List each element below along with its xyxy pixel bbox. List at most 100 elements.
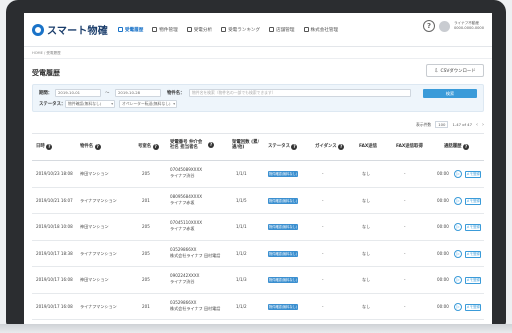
col-call-count[interactable]: 架電回数 (累/通/他): [232, 140, 262, 151]
page-range: 1-47 of 47: [452, 122, 472, 127]
cell-guidance: -: [322, 303, 324, 309]
csv-download-button[interactable]: ⇩ CSVダウンロード: [426, 64, 484, 77]
table-row[interactable]: 2019/10/18 10:08 神田マンション 205 07045110XXXX ライ…: [32, 214, 484, 241]
info-icon[interactable]: ?: [152, 144, 159, 150]
info-icon[interactable]: ?: [291, 144, 298, 150]
chevron-down-icon: ▾: [173, 102, 175, 106]
col-fax-get[interactable]: FAX送信取得: [396, 144, 423, 149]
col-caller[interactable]: 受電番号 仲介会社名 担当者名?: [170, 140, 214, 151]
cell-agency: ライナフ渋谷: [170, 173, 195, 178]
nav-item-label: 店舗管理: [276, 27, 295, 33]
cell-datetime: 2019/10/18 10:08: [36, 224, 73, 229]
breadcrumb[interactable]: HOME / 受電履歴: [24, 47, 492, 59]
cell-call-count: 1/1/5: [236, 197, 247, 203]
cell-call-count: 1/1/2: [236, 303, 247, 309]
info-icon[interactable]: ?: [208, 142, 214, 149]
status-select[interactable]: 物件確認(無料なし) ▾: [65, 100, 115, 108]
table-row[interactable]: 2019/10/21 16:07 ライナフマンション 201 08095684XXXX…: [32, 188, 484, 214]
play-recording-icon[interactable]: ▷: [454, 196, 462, 205]
app-logo[interactable]: スマート物確: [32, 22, 108, 37]
memo-button[interactable]: メモ登録: [465, 303, 481, 311]
date-from-input[interactable]: 2019-10-01: [55, 89, 101, 97]
company-icon: [303, 27, 309, 32]
col-property[interactable]: 物件名?: [80, 144, 101, 150]
cell-phone: 07045110XXXX: [170, 220, 203, 225]
nav-item-label: 株式会社管理: [310, 27, 339, 33]
cell-call-count: 1/1/2: [236, 250, 247, 256]
status-badge: 物件確認(無料なし): [268, 303, 298, 310]
play-recording-icon[interactable]: ▷: [454, 170, 462, 178]
play-recording-icon[interactable]: ▷: [454, 223, 462, 231]
cell-phone: 03529866XX: [170, 246, 197, 252]
memo-button[interactable]: メモ登録: [465, 197, 481, 205]
nav-item-companies[interactable]: 株式会社管理: [303, 27, 339, 33]
memo-button[interactable]: メモ登録: [465, 171, 481, 178]
nav-item-properties[interactable]: 物件管理: [152, 27, 178, 33]
user-sub: 0000-0000-0000: [453, 26, 484, 30]
chevron-down-icon: ▾: [111, 102, 113, 106]
user-info[interactable]: ライナフ不動産 0000-0000-0000: [454, 21, 484, 31]
table-row[interactable]: 2019/10/17 18:38 ライナフマンション 205 03529866XX 株式…: [32, 241, 484, 267]
col-room[interactable]: 号室名?: [138, 144, 159, 150]
info-icon[interactable]: ?: [46, 144, 53, 150]
play-recording-icon[interactable]: ▷: [454, 249, 462, 258]
col-guidance[interactable]: ガイダンス?: [315, 144, 345, 150]
date-range-separator: 〜: [105, 91, 110, 96]
pagination: 表示件数 100 1-47 of 47 ‹ ›: [416, 121, 484, 128]
next-page-icon[interactable]: ›: [482, 122, 484, 128]
table-header: 日時? 物件名? 号室名? 受電番号 仲介会社名 担当者名? 架電回数 (累/通…: [32, 133, 484, 161]
cell-fax: なし: [362, 303, 371, 309]
cell-room: 205: [142, 277, 150, 282]
memo-button[interactable]: メモ登録: [465, 224, 481, 231]
nav-item-call-history[interactable]: 受電履歴: [117, 27, 143, 33]
cell-guidance: -: [322, 224, 324, 229]
app-header: スマート物確 受電履歴 物件管理 受電分析 受電ランキング 店舗管理 株式会社管…: [24, 13, 492, 47]
per-page-select[interactable]: 100: [435, 121, 449, 128]
memo-button[interactable]: メモ登録: [465, 250, 481, 258]
cell-duration: 00:00: [437, 224, 449, 229]
search-button[interactable]: 検索: [423, 89, 477, 98]
table-row[interactable]: 2019/10/23 18:08 神田マンション 205 07045089XXXX ライ…: [32, 161, 484, 188]
cell-property: 神田マンション: [80, 171, 109, 176]
col-status[interactable]: ステータス?: [268, 144, 298, 150]
status-badge: 物件確認(無料なし): [268, 250, 298, 257]
prev-page-icon[interactable]: ‹: [476, 122, 478, 128]
date-to-input[interactable]: 2019-10-28: [115, 89, 161, 97]
cell-room: 205: [142, 171, 150, 176]
help-icon[interactable]: ?: [422, 20, 435, 32]
property-search-input[interactable]: 物件名を検索（物件名の一部でも検索できます）: [189, 89, 411, 97]
table-row[interactable]: 2019/10/17 16:08 ライナフマンション 201 03529866XX 株式…: [32, 294, 484, 320]
nav-item-label: 受電ランキング: [228, 27, 261, 33]
cell-agency: 株式会社ライナフ 田村電話: [170, 305, 221, 311]
cell-datetime: 2019/10/17 16:08: [36, 303, 73, 309]
cell-room: 201: [142, 303, 150, 309]
cell-fax: なし: [362, 171, 371, 176]
cell-datetime: 2019/10/17 18:38: [36, 250, 73, 256]
info-icon[interactable]: ?: [463, 144, 470, 150]
col-datetime[interactable]: 日時?: [36, 144, 53, 150]
avatar[interactable]: [438, 20, 450, 32]
building-icon: [152, 27, 158, 32]
col-fax[interactable]: FAX送信: [359, 144, 377, 149]
status-select-value: 物件確認(無料なし): [68, 101, 102, 106]
cell-phone: 0902242XXXX: [170, 273, 200, 278]
app-screen: スマート物確 受電履歴 物件管理 受電分析 受電ランキング 店舗管理 株式会社管…: [24, 13, 492, 326]
operator-select[interactable]: オペレーター転送(無料なし) ▾: [119, 100, 177, 108]
memo-button[interactable]: メモ登録: [465, 277, 481, 284]
play-recording-icon[interactable]: ▷: [454, 302, 462, 311]
main-nav: 受電履歴 物件管理 受電分析 受電ランキング 店舗管理 株式会社管理: [117, 27, 339, 33]
play-recording-icon[interactable]: ▷: [454, 276, 462, 284]
cell-guidance: -: [322, 171, 324, 176]
status-badge: 物件確認(無料なし): [268, 224, 298, 230]
table-row[interactable]: 2019/10/17 16:08 神田マンション 205 0902242XXXX ライナ…: [32, 267, 484, 294]
nav-item-stores[interactable]: 店舗管理: [269, 27, 295, 33]
cell-fax-get: -: [404, 224, 406, 229]
col-recording[interactable]: 通話履歴?: [444, 144, 470, 150]
info-icon[interactable]: ?: [94, 144, 101, 150]
csv-download-label: CSVダウンロード: [440, 68, 476, 74]
cell-fax-get: -: [404, 171, 406, 176]
info-icon[interactable]: ?: [338, 144, 345, 150]
cell-fax: なし: [362, 250, 371, 256]
nav-item-ranking[interactable]: 受電ランキング: [221, 27, 260, 33]
nav-item-analysis[interactable]: 受電分析: [186, 27, 212, 33]
